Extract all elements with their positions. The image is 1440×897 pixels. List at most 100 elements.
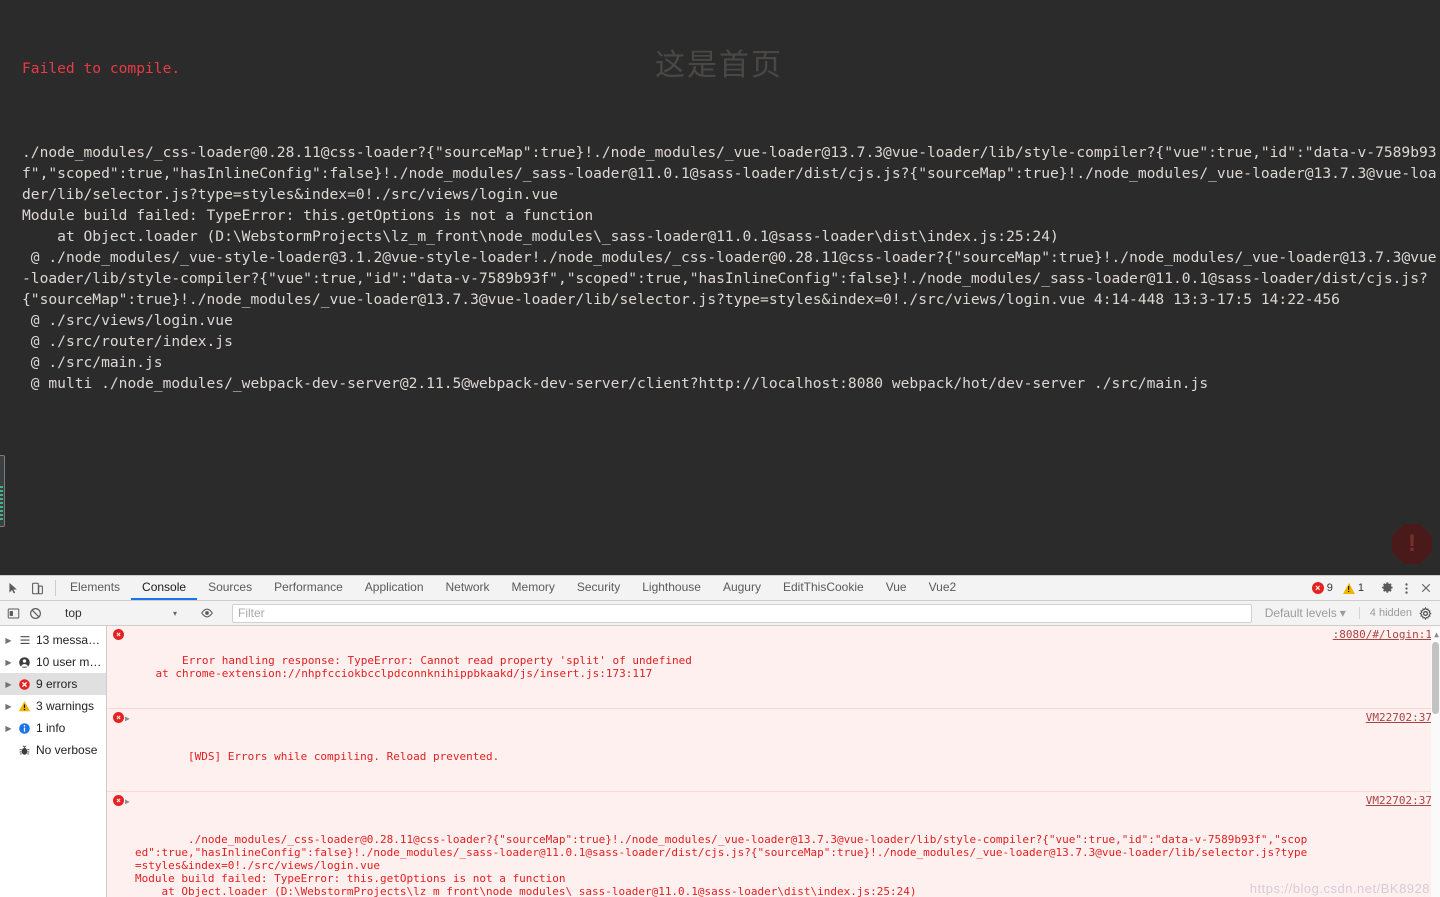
- close-icon[interactable]: [1417, 580, 1434, 597]
- sidebar-item-errors[interactable]: ▶ 9 errors: [0, 673, 106, 695]
- tab-elements[interactable]: Elements: [59, 576, 131, 600]
- tab-lighthouse[interactable]: Lighthouse: [631, 576, 712, 600]
- expand-arrow-icon[interactable]: ▶: [4, 658, 13, 667]
- tab-editthiscookie[interactable]: EditThisCookie: [772, 576, 875, 600]
- warning-icon: [1342, 582, 1355, 594]
- console-message-source-link[interactable]: VM22702:37: [1366, 794, 1432, 807]
- tab-label: Network: [445, 580, 490, 594]
- tab-vue-2[interactable]: Vue2: [918, 576, 968, 600]
- tab-label: Console: [142, 580, 187, 594]
- handle-grip-dots: [0, 486, 3, 522]
- sidebar-item-label: 1 info: [36, 721, 66, 735]
- console-settings-gear-icon[interactable]: [1417, 605, 1434, 622]
- console-message-source-link[interactable]: VM22702:37: [1366, 711, 1432, 724]
- devtools-tabbar: Elements Console Sources Performance App…: [0, 576, 1440, 601]
- tab-label: Augury: [722, 580, 761, 594]
- tab-network[interactable]: Network: [435, 576, 501, 600]
- console-scrollbar[interactable]: ▲: [1431, 626, 1440, 897]
- console-sidebar: ▶ 13 messages ▶ 10 user mes... ▶ 9 error…: [0, 626, 107, 897]
- toolbar-divider: [55, 580, 56, 596]
- tab-label: EditThisCookie: [782, 580, 864, 594]
- compile-failed-title: Failed to compile.: [22, 60, 181, 77]
- tab-label: Vue2: [928, 580, 957, 594]
- error-icon: ×: [1311, 582, 1324, 594]
- devtools-panel: Elements Console Sources Performance App…: [0, 575, 1440, 897]
- devtools-left-tools: [0, 576, 52, 600]
- devtools-tabbar-right: × 9 1: [1308, 576, 1440, 600]
- console-message-row[interactable]: × ▶ [WDS] Errors while compiling. Reload…: [107, 709, 1440, 792]
- info-icon: [17, 722, 32, 735]
- console-sidebar-toggle-icon[interactable]: [5, 605, 22, 622]
- sidebar-item-messages[interactable]: ▶ 13 messages: [0, 629, 106, 651]
- tab-application[interactable]: Application: [354, 576, 435, 600]
- error-icon: ×: [113, 795, 124, 806]
- expand-arrow-icon[interactable]: ▶: [4, 702, 13, 711]
- console-filter-bar: top ▾ Filter Default levels ▾ 4 hidden: [0, 601, 1440, 626]
- console-message-text: [WDS] Errors while compiling. Reload pre…: [187, 750, 500, 763]
- log-levels-selector[interactable]: Default levels ▾: [1257, 606, 1354, 620]
- device-toolbar-icon[interactable]: [29, 580, 46, 597]
- tab-sources[interactable]: Sources: [197, 576, 263, 600]
- error-count-badge[interactable]: × 9: [1308, 582, 1337, 594]
- tab-label: Elements: [70, 580, 121, 594]
- error-icon: ×: [113, 712, 124, 723]
- tab-label: Application: [364, 580, 424, 594]
- sidebar-item-verbose[interactable]: No verbose: [0, 739, 106, 761]
- inspect-element-icon[interactable]: [5, 580, 22, 597]
- sidebar-item-warnings[interactable]: ▶ 3 warnings: [0, 695, 106, 717]
- tab-vue[interactable]: Vue: [875, 576, 918, 600]
- sidebar-item-user-messages[interactable]: ▶ 10 user mes...: [0, 651, 106, 673]
- warning-count-badge[interactable]: 1: [1339, 582, 1368, 594]
- levels-label: Default levels: [1264, 606, 1337, 620]
- person-icon: [17, 656, 32, 669]
- tab-label: Vue: [885, 580, 907, 594]
- tab-label: Memory: [511, 580, 555, 594]
- hidden-messages-count[interactable]: 4 hidden: [1358, 607, 1412, 619]
- expand-arrow-icon[interactable]: ▶: [125, 712, 130, 725]
- sidebar-item-label: 9 errors: [36, 677, 78, 691]
- error-count-label: 9: [1326, 582, 1333, 594]
- tab-augury[interactable]: Augury: [712, 576, 772, 600]
- console-message-text: Error handling response: TypeError: Cann…: [155, 654, 692, 680]
- vue-devtools-edge-handle[interactable]: [0, 455, 5, 527]
- sidebar-item-label: 10 user mes...: [36, 655, 106, 669]
- console-message-list[interactable]: × Error handling response: TypeError: Ca…: [107, 626, 1440, 897]
- devtools-tabs: Elements Console Sources Performance App…: [59, 576, 967, 600]
- live-expression-eye-icon[interactable]: [198, 605, 215, 622]
- tab-performance[interactable]: Performance: [263, 576, 354, 600]
- chevron-down-icon: ▾: [1339, 606, 1346, 620]
- console-filter-input[interactable]: Filter: [232, 603, 1252, 623]
- console-message-row[interactable]: × ▶ ./node_modules/_css-loader@0.28.11@c…: [107, 792, 1440, 897]
- gear-icon[interactable]: [1379, 580, 1396, 597]
- scroll-up-icon[interactable]: ▲: [1434, 628, 1439, 641]
- sidebar-item-label: 13 messages: [36, 633, 106, 647]
- console-message-row[interactable]: × Error handling response: TypeError: Ca…: [107, 626, 1440, 709]
- tab-memory[interactable]: Memory: [501, 576, 566, 600]
- filter-placeholder: Filter: [238, 606, 265, 620]
- list-icon: [17, 634, 32, 646]
- clear-console-icon[interactable]: [27, 605, 44, 622]
- tab-label: Security: [576, 580, 621, 594]
- context-value: top: [65, 606, 82, 620]
- sidebar-item-info[interactable]: ▶ 1 info: [0, 717, 106, 739]
- sidebar-item-label: No verbose: [36, 743, 98, 757]
- expand-arrow-icon[interactable]: ▶: [4, 680, 13, 689]
- warning-count-label: 1: [1357, 582, 1364, 594]
- console-message-text: ./node_modules/_css-loader@0.28.11@css-l…: [135, 833, 1308, 897]
- expand-arrow-icon[interactable]: ▶: [4, 636, 13, 645]
- bug-icon: [17, 744, 32, 757]
- expand-arrow-icon[interactable]: ▶: [4, 724, 13, 733]
- tab-security[interactable]: Security: [566, 576, 631, 600]
- tab-label: Lighthouse: [642, 580, 701, 594]
- tab-label: Performance: [274, 580, 343, 594]
- sidebar-item-label: 3 warnings: [36, 699, 95, 713]
- tab-console[interactable]: Console: [131, 576, 198, 600]
- console-body: ▶ 13 messages ▶ 10 user mes... ▶ 9 error…: [0, 626, 1440, 897]
- scrollbar-thumb[interactable]: [1432, 642, 1439, 714]
- error-octagon-badge[interactable]: !: [1392, 524, 1432, 564]
- console-context-selector[interactable]: top ▾: [61, 604, 181, 623]
- expand-arrow-icon[interactable]: ▶: [125, 795, 130, 808]
- overlay-content: Failed to compile. ./node_modules/_css-l…: [0, 0, 1440, 436]
- more-options-icon[interactable]: [1398, 580, 1415, 597]
- console-message-source-link[interactable]: :8080/#/login:1: [1333, 628, 1432, 641]
